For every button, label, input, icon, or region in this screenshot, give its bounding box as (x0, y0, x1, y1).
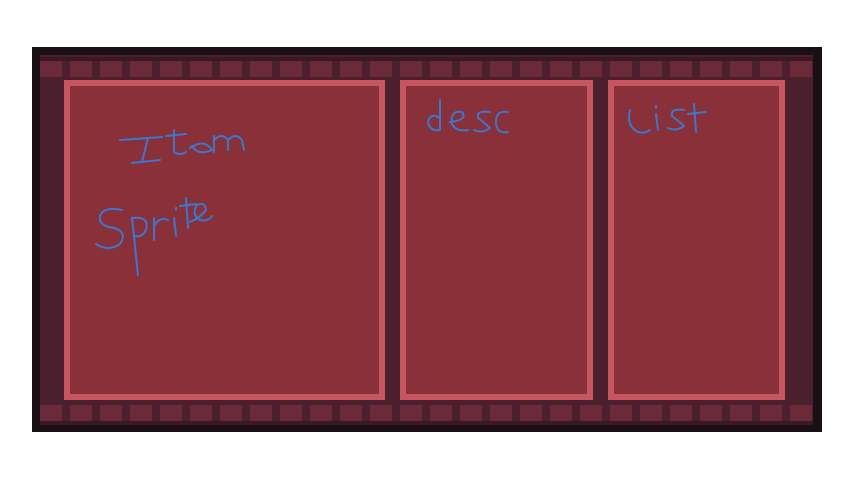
list-label: List (614, 86, 615, 87)
sprite-label: Sprite (70, 86, 71, 87)
frame-trim-line-bottom (40, 421, 813, 425)
description-panel: desc (400, 80, 593, 400)
item-list-panel[interactable]: List (608, 80, 785, 400)
item-sprite-panel: Item Sprite (64, 80, 385, 400)
item-label: Item (70, 86, 71, 87)
inventory-mockup: Item Sprite desc List (0, 0, 854, 480)
frame-trim-bottom (40, 405, 813, 421)
desc-label: desc (406, 86, 407, 87)
frame-trim-top (40, 61, 813, 77)
